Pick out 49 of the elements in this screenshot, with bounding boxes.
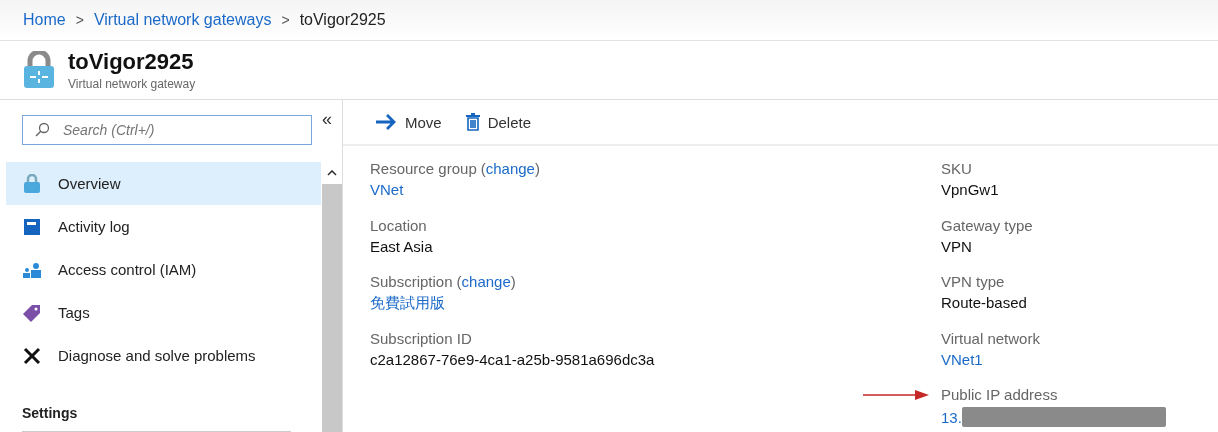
tag-icon [22,302,42,323]
arrow-right-icon [375,114,397,130]
breadcrumb-link[interactable]: Home [23,11,66,29]
toolbar-button[interactable]: Move [373,109,444,135]
parenthesis: ( [480,160,486,177]
field-label: Resource group [370,160,477,177]
collapse-button[interactable]: « [322,109,332,130]
field-value: East Asia [370,237,433,255]
field-label: VPN type [941,273,1005,290]
book-icon [22,216,42,237]
resource-type: Virtual network gateway [68,77,196,91]
field-label: Gateway type [941,216,1033,234]
field-value-link[interactable]: VNet1 [941,350,983,368]
field-label: Location [370,216,427,234]
scrollbar-thumb[interactable] [322,184,342,432]
breadcrumb-separator: > [75,12,84,28]
field-label: Subscription [370,273,453,290]
field-value: VpnGw1 [941,181,999,198]
nav-item[interactable]: Diagnose and solve problems [6,334,321,377]
nav-item[interactable]: Activity log [6,205,321,248]
field-value: Route-based [941,294,1027,311]
parenthesis: ( [456,273,462,290]
annotation-arrow [863,389,929,401]
lock-icon [22,173,42,194]
search-field[interactable]: Search (Ctrl+/) [22,115,312,145]
field-label: SKU [941,160,972,177]
nav-item[interactable]: Tags [6,291,321,334]
nav-item[interactable]: Overview [6,162,321,205]
field-value-link[interactable]: VNet [370,181,404,198]
breadcrumb-current: toVigor2925 [299,11,386,29]
parenthesis: ) [510,273,516,290]
breadcrumb-separator: > [281,12,290,28]
field-label: Public IP address [941,386,1058,403]
breadcrumb-link[interactable]: Virtual network gateways [93,11,272,29]
field-value: c2a12867-76e9-4ca1-a25b-9581a696dc3a [370,350,655,368]
toolbar-button[interactable]: Delete [463,109,534,135]
nav-item[interactable]: Access control (IAM) [6,248,321,291]
field-label: Subscription ID [370,329,472,347]
ip-address-link[interactable]: 13. [941,408,962,426]
field-value-link[interactable]: 免費試用版 [370,294,445,313]
change-link[interactable]: change [485,160,535,177]
change-link[interactable]: change [461,273,511,290]
field-value: VPN [941,237,972,255]
field-label: Virtual network [941,329,1040,347]
parenthesis: ) [534,160,540,177]
lock-network-icon [22,51,56,89]
section-heading: Settings [22,405,79,421]
resource-title: toVigor2925 [68,49,195,75]
trash-icon [465,113,480,131]
